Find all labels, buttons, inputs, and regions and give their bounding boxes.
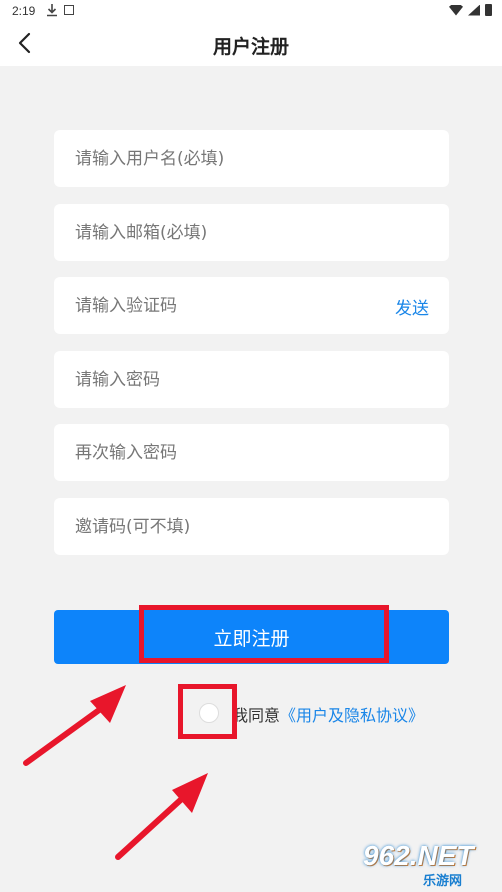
red-arrow-icon — [23, 685, 126, 766]
invite-code-field[interactable] — [54, 498, 449, 555]
confirm-password-field[interactable] — [54, 424, 449, 481]
agreement-text: 我同意《用户及隐私协议》 — [232, 702, 424, 726]
watermark: 962.NET 乐游网 — [363, 840, 498, 889]
signal-icon — [468, 4, 480, 16]
agree-radio[interactable] — [199, 703, 219, 723]
verification-code-input[interactable] — [54, 277, 449, 334]
invite-code-input[interactable] — [54, 498, 449, 555]
status-icons — [449, 4, 492, 16]
header: 用户注册 — [0, 22, 502, 66]
wifi-icon — [449, 4, 463, 16]
red-arrow-icon — [115, 773, 208, 860]
verification-code-field[interactable]: 发送 — [54, 277, 449, 334]
username-input[interactable] — [54, 130, 449, 187]
confirm-password-input[interactable] — [54, 424, 449, 481]
status-bar: 2:19 — [0, 0, 502, 22]
watermark-subtitle: 乐游网 — [423, 874, 463, 889]
image-notification-icon — [64, 5, 74, 15]
privacy-agreement-link[interactable]: 《用户及隐私协议》 — [280, 706, 424, 725]
register-button[interactable]: 立即注册 — [54, 610, 449, 664]
agreement-prefix: 我同意 — [232, 706, 281, 725]
battery-icon — [485, 4, 492, 16]
status-time: 2:19 — [12, 4, 36, 18]
username-field[interactable] — [54, 130, 449, 187]
email-field[interactable] — [54, 204, 449, 261]
password-field[interactable] — [54, 351, 449, 408]
page-title: 用户注册 — [212, 36, 289, 58]
download-icon — [47, 4, 57, 17]
watermark-logo: 962.NET — [363, 840, 474, 871]
send-code-button[interactable]: 发送 — [395, 294, 429, 319]
password-input[interactable] — [54, 351, 449, 408]
email-input[interactable] — [54, 204, 449, 261]
